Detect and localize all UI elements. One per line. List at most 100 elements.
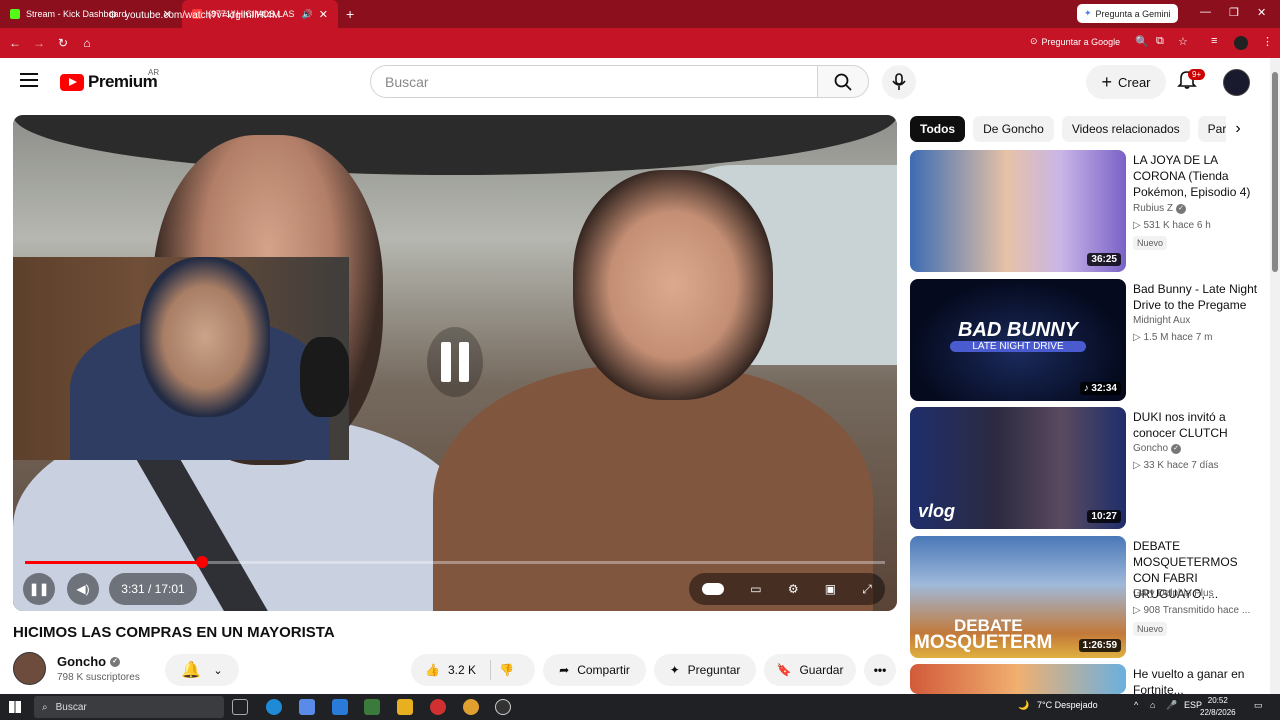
mail-icon[interactable]: [332, 699, 348, 715]
video-thumbnail[interactable]: [910, 664, 1126, 694]
upload-age: hace 7 días: [1166, 460, 1219, 471]
video-thumbnail[interactable]: BAD BUNNY LATE NIGHT DRIVE ♪ 32:34: [910, 279, 1126, 401]
menu-icon[interactable]: [20, 73, 38, 87]
video-title[interactable]: Bad Bunny - Late Night Drive to the Preg…: [1133, 281, 1261, 313]
home-icon[interactable]: ⌂: [75, 36, 99, 50]
channel-name[interactable]: Goncho ✓: [57, 654, 121, 669]
channel-name[interactable]: Goncho ✓: [1133, 443, 1182, 454]
video-title[interactable]: LA JOYA DE LA CORONA (Tienda Pokémon, Ep…: [1133, 152, 1261, 200]
like-button[interactable]: 👍 3.2 K: [425, 663, 476, 677]
volume-button[interactable]: ◀): [67, 573, 99, 605]
subscriber-count: 798 K suscriptores: [57, 672, 140, 683]
fullscreen-icon[interactable]: ⤢: [862, 582, 872, 597]
minecraft-icon[interactable]: [364, 699, 380, 715]
thumbnail-subtitle: MOSQUETERM: [914, 632, 1053, 653]
site-info-icon[interactable]: ⚙: [108, 10, 117, 21]
autoplay-toggle-icon[interactable]: [702, 583, 725, 595]
minimize-icon[interactable]: —: [1200, 6, 1211, 18]
maximize-icon[interactable]: ❐: [1229, 6, 1239, 19]
chip-related[interactable]: Videos relacionados: [1061, 116, 1190, 142]
channel-name[interactable]: Midnight Aux: [1133, 315, 1190, 326]
edge-icon[interactable]: [266, 699, 282, 715]
youtube-play-icon: [60, 73, 84, 91]
cast-icon[interactable]: ⧉: [1156, 35, 1164, 48]
channel-name[interactable]: Rubius Z ✓: [1133, 203, 1187, 214]
youtube-premium-logo[interactable]: Premium AR: [60, 68, 159, 92]
channel-avatar[interactable]: [13, 652, 46, 685]
like-count: 3.2 K: [447, 663, 476, 677]
reload-icon[interactable]: ↻: [51, 36, 75, 50]
video-title[interactable]: He vuelto a ganar en Fortnite...: [1133, 666, 1260, 694]
store-icon[interactable]: [299, 699, 315, 715]
ask-label: Preguntar: [687, 663, 741, 677]
progress-bar[interactable]: [25, 556, 885, 568]
notification-center-icon[interactable]: ▭: [1254, 700, 1263, 711]
ask-button[interactable]: ✦ Preguntar: [654, 654, 756, 686]
taskbar-search[interactable]: ⌕ Buscar: [34, 696, 224, 718]
system-clock[interactable]: 20:52 22/8/2026: [1200, 695, 1236, 719]
ask-google-button[interactable]: ⊙ Preguntar a Google: [1030, 36, 1120, 47]
chrome-icon[interactable]: [430, 699, 446, 715]
browser-menu-icon[interactable]: ⋮: [1262, 35, 1273, 48]
video-thumbnail[interactable]: vlog 10:27: [910, 407, 1126, 529]
video-player[interactable]: ❚❚ ◀) 3:31 / 17:01 ▭ ⚙ ▣ ⤢: [13, 115, 897, 611]
mic-tray-icon[interactable]: 🎤: [1166, 700, 1177, 711]
video-title[interactable]: DUKI nos invitó a conocer CLUTCH: [1133, 409, 1261, 441]
chip-from-channel[interactable]: De Goncho: [973, 116, 1054, 142]
obs-icon[interactable]: [495, 699, 511, 715]
tray-chevron-icon[interactable]: ^: [1134, 700, 1138, 710]
profile-avatar[interactable]: [1234, 36, 1248, 50]
create-button[interactable]: + Crear: [1086, 65, 1166, 99]
bookmark-star-icon[interactable]: ☆: [1178, 35, 1188, 48]
subscription-bell-button[interactable]: 🔔 ⌄: [165, 654, 239, 686]
thumbnail-subtitle: LATE NIGHT DRIVE: [950, 341, 1086, 352]
recommendation-item[interactable]: BAD BUNNY LATE NIGHT DRIVE ♪ 32:34 Bad B…: [910, 279, 1260, 401]
file-explorer-icon[interactable]: [397, 699, 413, 715]
channel-name[interactable]: Gary Delphin Plus: [1133, 588, 1214, 599]
share-button[interactable]: ➦ Compartir: [543, 654, 646, 686]
page-scrollbar[interactable]: [1270, 58, 1280, 694]
ask-google-label: Preguntar a Google: [1041, 36, 1121, 47]
back-icon[interactable]: ←: [3, 36, 27, 50]
windows-taskbar: ⌕ Buscar 🌙 7°C Despejado ^ ⌂ 🎤 ESP 20:52…: [0, 694, 1280, 720]
recommendation-item[interactable]: He vuelto a ganar en Fortnite...: [910, 664, 1260, 694]
chip-all[interactable]: Todos: [910, 116, 966, 142]
chips-next-button[interactable]: ›: [1226, 116, 1250, 142]
recommendation-item[interactable]: vlog 10:27 DUKI nos invitó a conocer CLU…: [910, 407, 1260, 529]
save-button[interactable]: 🔖 Guardar: [764, 654, 856, 686]
divider: [489, 660, 491, 680]
forward-icon[interactable]: →: [27, 36, 51, 50]
pause-button[interactable]: ❚❚: [23, 573, 55, 605]
task-view-icon[interactable]: [232, 699, 248, 715]
search-input[interactable]: Buscar: [370, 65, 818, 98]
more-actions-button[interactable]: •••: [864, 654, 896, 686]
recommendation-item[interactable]: 36:25 LA JOYA DE LA CORONA (Tienda Pokém…: [910, 150, 1260, 272]
recommendation-item[interactable]: DEBATE MOSQUETERM 1:26:59 DEBATE MOSQUET…: [910, 536, 1260, 658]
theater-mode-icon[interactable]: ▣: [825, 582, 836, 596]
voice-search-button[interactable]: [882, 65, 916, 99]
network-icon[interactable]: ⌂: [1150, 700, 1155, 710]
url-field[interactable]: ⚙ youtube.com/watch?v=kfgimIiHt4M: [108, 4, 1196, 26]
settings-icon[interactable]: ⚙: [788, 582, 799, 596]
scrollbar-thumb[interactable]: [1272, 72, 1278, 272]
zoom-icon[interactable]: 🔍: [1135, 35, 1149, 48]
video-thumbnail[interactable]: 36:25: [910, 150, 1126, 272]
account-avatar[interactable]: [1223, 69, 1250, 96]
taskbar-search-label: Buscar: [55, 701, 87, 713]
reading-list-icon[interactable]: ≡: [1211, 35, 1217, 47]
like-dislike-group: 👍 3.2 K 👎: [411, 654, 535, 686]
close-window-icon[interactable]: ✕: [1257, 6, 1266, 19]
google-lens-icon: ⊙: [1030, 36, 1038, 46]
upload-age: Transmitido hace ...: [1162, 605, 1251, 616]
url-text: youtube.com/watch?v=kfgimIiHt4M: [124, 9, 281, 21]
channel-name-text: Gary Delphin Plus: [1133, 588, 1214, 599]
thumbnail-title: BAD BUNNY: [958, 319, 1078, 341]
chrome-profile-icon[interactable]: [463, 699, 479, 715]
windows-start-icon[interactable]: [9, 701, 21, 713]
subtitles-icon[interactable]: ▭: [750, 582, 761, 596]
search-button[interactable]: [817, 65, 869, 98]
duration-badge: 1:26:59: [1078, 639, 1121, 652]
video-thumbnail[interactable]: DEBATE MOSQUETERM 1:26:59: [910, 536, 1126, 658]
pause-icon: ❚❚: [28, 582, 50, 596]
thumbs-down-icon[interactable]: 👎: [499, 663, 514, 677]
